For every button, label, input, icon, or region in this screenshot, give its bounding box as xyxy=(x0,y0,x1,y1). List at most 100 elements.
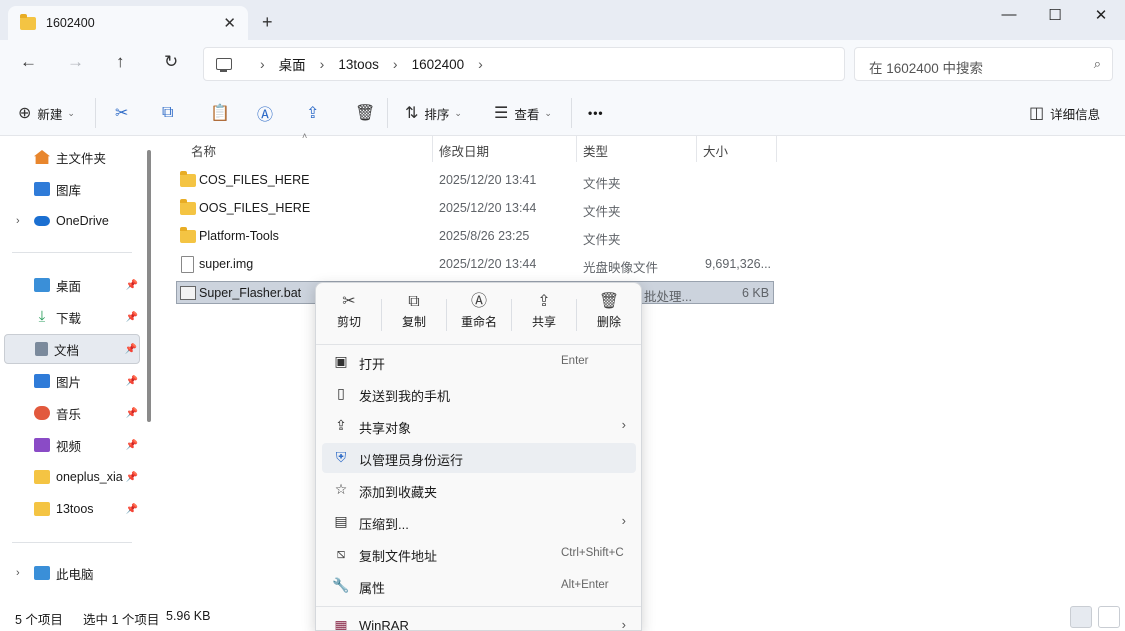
minimize-button[interactable]: — xyxy=(986,6,1032,28)
maximize-button[interactable]: ☐ xyxy=(1032,6,1078,28)
sidebar-item-onedrive[interactable]: › OneDrive xyxy=(4,206,140,236)
menu-item-add-to-favorites[interactable]: ☆ 添加到收藏夹 xyxy=(322,475,636,505)
forward-button[interactable]: → xyxy=(67,52,84,72)
tab-1602400[interactable]: 1602400 ✕ xyxy=(8,6,248,40)
back-button[interactable]: ← xyxy=(20,52,37,72)
menu-item-winrar[interactable]: ▦ WinRAR › xyxy=(322,611,636,631)
cut-button[interactable]: ✂ xyxy=(115,101,128,125)
file-date: 2025/12/20 13:44 xyxy=(439,257,537,271)
rename-button[interactable]: Ⓐ xyxy=(257,101,273,125)
file-row-super-img[interactable]: super.img 2025/12/20 13:44 光盘映像文件 9,691,… xyxy=(176,253,774,277)
file-row-oos-files[interactable]: OOS_FILES_HERE 2025/12/20 13:44 文件夹 xyxy=(176,197,774,221)
details-label: 详细信息 xyxy=(1050,107,1101,122)
menu-item-properties[interactable]: 🔧 属性 Alt+Enter xyxy=(322,571,636,601)
sort-arrow-icon: ˄ xyxy=(302,131,308,141)
tab-close-icon[interactable]: ✕ xyxy=(223,14,236,32)
videos-icon xyxy=(34,438,50,452)
sidebar-item-oneplus-xia[interactable]: oneplus_xia 📌 xyxy=(4,462,140,492)
address-bar[interactable]: › 桌面 › 13toos › 1602400 › xyxy=(203,47,845,81)
delete-quick-button[interactable]: 🗑 删除 xyxy=(580,291,638,339)
column-divider[interactable] xyxy=(432,136,433,162)
chevron-right-icon[interactable]: › xyxy=(478,56,483,72)
quick-label: 剪切 xyxy=(336,315,361,329)
new-button[interactable]: ⊕ 新建 ⌄ xyxy=(18,101,75,125)
chevron-right-icon[interactable]: › xyxy=(16,215,20,227)
sidebar-item-pictures[interactable]: 图片 📌 xyxy=(4,366,140,396)
chevron-right-icon: › xyxy=(621,617,626,631)
sort-button[interactable]: ⇅ 排序 ⌄ xyxy=(405,101,462,125)
column-divider[interactable] xyxy=(776,136,777,162)
share-button[interactable]: ⇪ xyxy=(306,101,319,125)
menu-item-copy-as-path[interactable]: ⧅ 复制文件地址 Ctrl+Shift+C xyxy=(322,539,636,569)
pin-icon[interactable]: 📌 xyxy=(126,312,138,323)
pin-icon[interactable]: 📌 xyxy=(126,472,138,483)
close-window-button[interactable]: ✕ xyxy=(1078,6,1124,28)
delete-button[interactable]: 🗑 xyxy=(355,101,375,125)
sidebar-item-videos[interactable]: 视频 📌 xyxy=(4,430,140,460)
sidebar-item-label: 13toos xyxy=(56,502,94,516)
sidebar-item-gallery[interactable]: 图库 xyxy=(4,174,140,204)
copy-button[interactable]: ⧉ xyxy=(162,101,173,125)
paste-button[interactable]: 📋 xyxy=(210,101,230,125)
breadcrumb-13toos[interactable]: 13toos xyxy=(338,57,379,72)
column-divider[interactable] xyxy=(576,136,577,162)
menu-item-send-to-phone[interactable]: ▯ 发送到我的手机 xyxy=(322,379,636,409)
file-row-cos-files[interactable]: COS_FILES_HERE 2025/12/20 13:41 文件夹 xyxy=(176,169,774,193)
more-options-button[interactable]: ••• xyxy=(588,101,604,125)
refresh-button[interactable]: ↻ xyxy=(164,52,178,72)
menu-item-label: 添加到收藏夹 xyxy=(359,485,438,500)
copy-path-icon: ⧅ xyxy=(336,545,346,561)
search-input[interactable]: 在 1602400 中搜索 xyxy=(854,47,1113,81)
chevron-right-icon[interactable]: › xyxy=(16,567,20,579)
sidebar-item-label: 下载 xyxy=(56,311,82,326)
share-quick-button[interactable]: ⇪ 共享 xyxy=(515,291,573,339)
large-icons-view-button[interactable] xyxy=(1098,606,1120,628)
column-header-type[interactable]: 类型 xyxy=(583,141,608,160)
sidebar-item-desktop[interactable]: 桌面 📌 xyxy=(4,270,140,300)
sidebar-item-music[interactable]: 音乐 📌 xyxy=(4,398,140,428)
column-divider[interactable] xyxy=(696,136,697,162)
column-header-name[interactable]: 名称 xyxy=(191,141,216,160)
pin-icon[interactable]: 📌 xyxy=(126,376,138,387)
menu-item-share-with[interactable]: ⇪ 共享对象 › xyxy=(322,411,636,441)
chevron-down-icon: ⌄ xyxy=(544,107,552,118)
sort-icon: ⇅ xyxy=(405,105,419,122)
up-button[interactable]: ↑ xyxy=(116,52,125,72)
pin-icon[interactable]: 📌 xyxy=(125,344,137,355)
cut-quick-button[interactable]: ✂ 剪切 xyxy=(320,291,378,339)
breadcrumb-1602400[interactable]: 1602400 xyxy=(412,57,465,72)
view-icon: ☰ xyxy=(494,105,509,122)
sidebar-item-home[interactable]: 主文件夹 xyxy=(4,142,140,172)
sidebar-item-downloads[interactable]: ⤓ 下载 📌 xyxy=(4,302,140,332)
menu-item-shortcut: Ctrl+Shift+C xyxy=(561,547,624,559)
menu-item-run-as-admin[interactable]: ⛨ 以管理员身份运行 xyxy=(322,443,636,473)
toolbar-divider xyxy=(387,98,388,128)
pin-icon[interactable]: 📌 xyxy=(126,280,138,291)
new-tab-button[interactable]: + xyxy=(262,12,273,33)
copy-quick-button[interactable]: ⧉ 复制 xyxy=(385,291,443,339)
menu-item-compress-to[interactable]: ▤ 压缩到... › xyxy=(322,507,636,537)
download-icon: ⤓ xyxy=(38,308,46,325)
rename-quick-button[interactable]: Ⓐ 重命名 xyxy=(450,291,508,339)
sidebar-scrollbar[interactable] xyxy=(147,150,151,422)
details-view-button[interactable] xyxy=(1070,606,1092,628)
wrench-icon: 🔧 xyxy=(332,577,350,593)
file-type: 批处理... xyxy=(644,290,692,304)
sidebar-item-13toos[interactable]: 13toos 📌 xyxy=(4,494,140,524)
pin-icon[interactable]: 📌 xyxy=(126,440,138,451)
documents-icon xyxy=(35,342,48,356)
menu-item-label: 压缩到... xyxy=(359,517,409,532)
breadcrumb-desktop[interactable]: 桌面 xyxy=(279,54,306,74)
open-window-icon: ▣ xyxy=(334,353,348,369)
file-row-platform-tools[interactable]: Platform-Tools 2025/8/26 23:25 文件夹 xyxy=(176,225,774,249)
pin-icon[interactable]: 📌 xyxy=(126,408,138,419)
menu-item-open[interactable]: ▣ 打开 Enter xyxy=(322,347,636,377)
column-header-date[interactable]: 修改日期 xyxy=(439,141,489,160)
pin-icon[interactable]: 📌 xyxy=(126,504,138,515)
sidebar-item-this-pc[interactable]: › 此电脑 xyxy=(4,558,140,588)
batch-file-icon xyxy=(180,286,196,300)
view-button[interactable]: ☰ 查看 ⌄ xyxy=(494,101,552,125)
column-header-size[interactable]: 大小 xyxy=(703,141,728,160)
details-pane-button[interactable]: ◫ 详细信息 xyxy=(1029,101,1100,125)
sidebar-item-documents[interactable]: 文档 📌 xyxy=(4,334,140,364)
